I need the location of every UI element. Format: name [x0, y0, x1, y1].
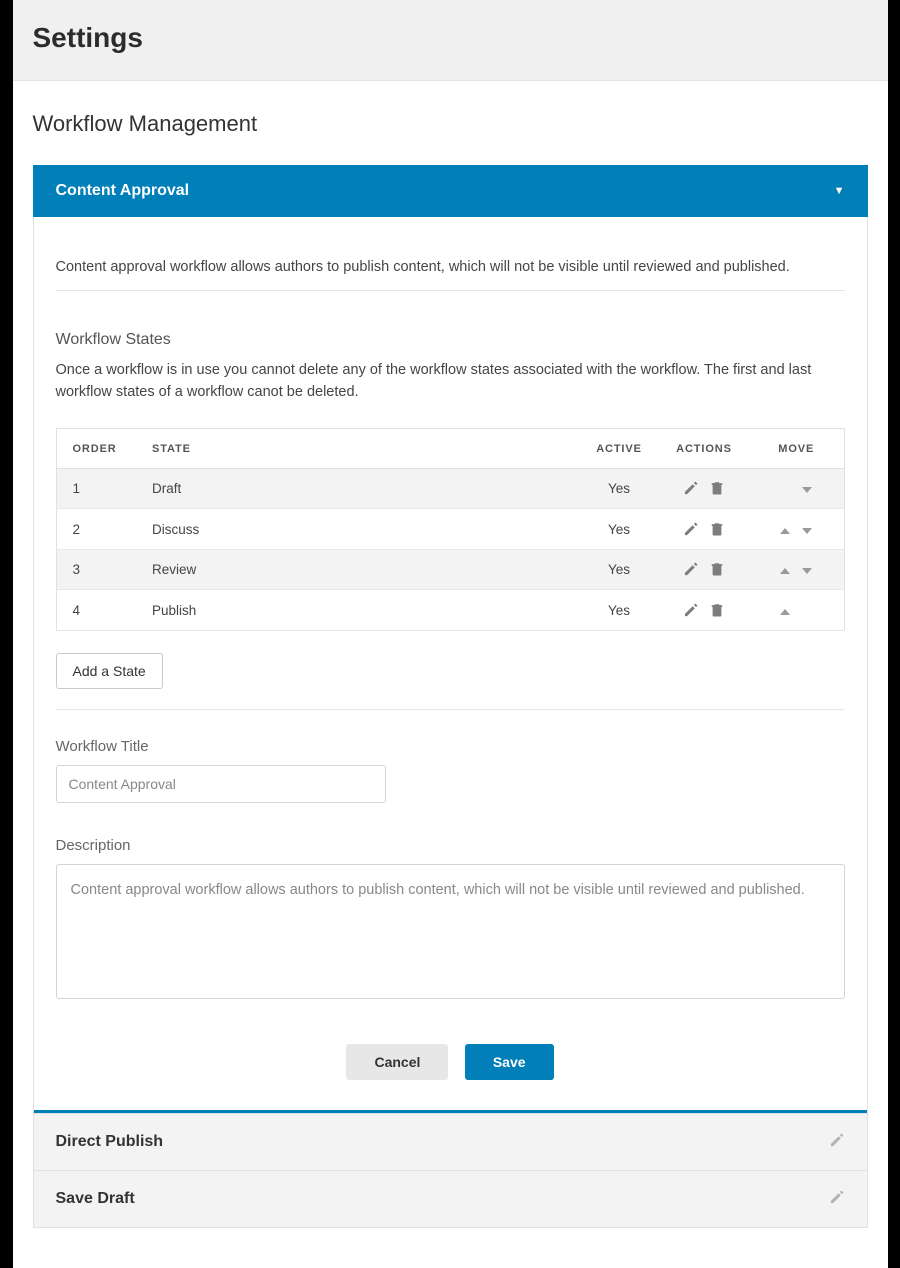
edit-icon[interactable]: [682, 600, 700, 618]
table-row: 4PublishYes: [56, 590, 844, 631]
delete-icon[interactable]: [708, 600, 726, 618]
cell-move: [749, 549, 844, 590]
section-title: Workflow Management: [33, 111, 868, 137]
col-header-state: STATE: [136, 428, 579, 468]
workflow-states-hint: Once a workflow is in use you cannot del…: [56, 359, 845, 404]
move-up-icon[interactable]: [780, 568, 790, 574]
col-header-active: ACTIVE: [579, 428, 659, 468]
workflow-states-heading: Workflow States: [56, 331, 845, 349]
workflow-header-save-draft[interactable]: Save Draft: [33, 1171, 868, 1228]
cell-active: Yes: [579, 468, 659, 509]
cell-state: Review: [136, 549, 579, 590]
cell-move: [749, 590, 844, 631]
delete-icon[interactable]: [708, 519, 726, 537]
cell-move: [749, 509, 844, 550]
chevron-down-icon: ▼: [834, 185, 845, 197]
cell-actions: [659, 509, 749, 550]
description-label: Description: [56, 837, 845, 854]
cell-state: Publish: [136, 590, 579, 631]
cell-active: Yes: [579, 590, 659, 631]
cell-actions: [659, 549, 749, 590]
pencil-icon[interactable]: [830, 1189, 845, 1209]
save-button[interactable]: Save: [465, 1044, 554, 1080]
workflow-states-table: ORDER STATE ACTIVE ACTIONS MOVE 1DraftYe…: [56, 428, 845, 631]
cell-move: [749, 468, 844, 509]
workflow-body-content-approval: Content approval workflow allows authors…: [33, 217, 868, 1114]
workflow-header-content-approval[interactable]: Content Approval ▼: [33, 165, 868, 217]
cell-actions: [659, 590, 749, 631]
workflow-header-title: Direct Publish: [56, 1133, 164, 1151]
accent-bar: [34, 1110, 867, 1113]
cell-active: Yes: [579, 549, 659, 590]
col-header-actions: ACTIONS: [659, 428, 749, 468]
col-header-move: MOVE: [749, 428, 844, 468]
col-header-order: ORDER: [56, 428, 136, 468]
divider: [56, 290, 845, 291]
settings-header: Settings: [13, 0, 888, 81]
table-row: 2DiscussYes: [56, 509, 844, 550]
workflow-title-input[interactable]: [56, 765, 386, 803]
move-down-icon[interactable]: [802, 487, 812, 493]
workflow-header-title: Save Draft: [56, 1190, 135, 1208]
page-title: Settings: [33, 22, 868, 54]
cancel-button[interactable]: Cancel: [346, 1044, 448, 1080]
move-down-icon[interactable]: [802, 568, 812, 574]
edit-icon[interactable]: [682, 560, 700, 578]
delete-icon[interactable]: [708, 560, 726, 578]
cell-state: Draft: [136, 468, 579, 509]
cell-order: 1: [56, 468, 136, 509]
cell-active: Yes: [579, 509, 659, 550]
move-down-icon[interactable]: [802, 528, 812, 534]
edit-icon[interactable]: [682, 479, 700, 497]
table-row: 1DraftYes: [56, 468, 844, 509]
cell-order: 3: [56, 549, 136, 590]
workflow-title-label: Workflow Title: [56, 738, 845, 755]
cell-actions: [659, 468, 749, 509]
edit-icon[interactable]: [682, 519, 700, 537]
move-up-icon[interactable]: [780, 528, 790, 534]
delete-icon[interactable]: [708, 479, 726, 497]
pencil-icon[interactable]: [830, 1132, 845, 1152]
description-textarea[interactable]: [56, 864, 845, 999]
move-up-icon[interactable]: [780, 609, 790, 615]
workflow-intro: Content approval workflow allows authors…: [56, 257, 845, 278]
divider: [56, 709, 845, 710]
add-state-button[interactable]: Add a State: [56, 653, 163, 689]
cell-order: 2: [56, 509, 136, 550]
table-row: 3ReviewYes: [56, 549, 844, 590]
workflow-header-direct-publish[interactable]: Direct Publish: [33, 1114, 868, 1171]
cell-state: Discuss: [136, 509, 579, 550]
workflow-header-title: Content Approval: [56, 182, 190, 200]
cell-order: 4: [56, 590, 136, 631]
